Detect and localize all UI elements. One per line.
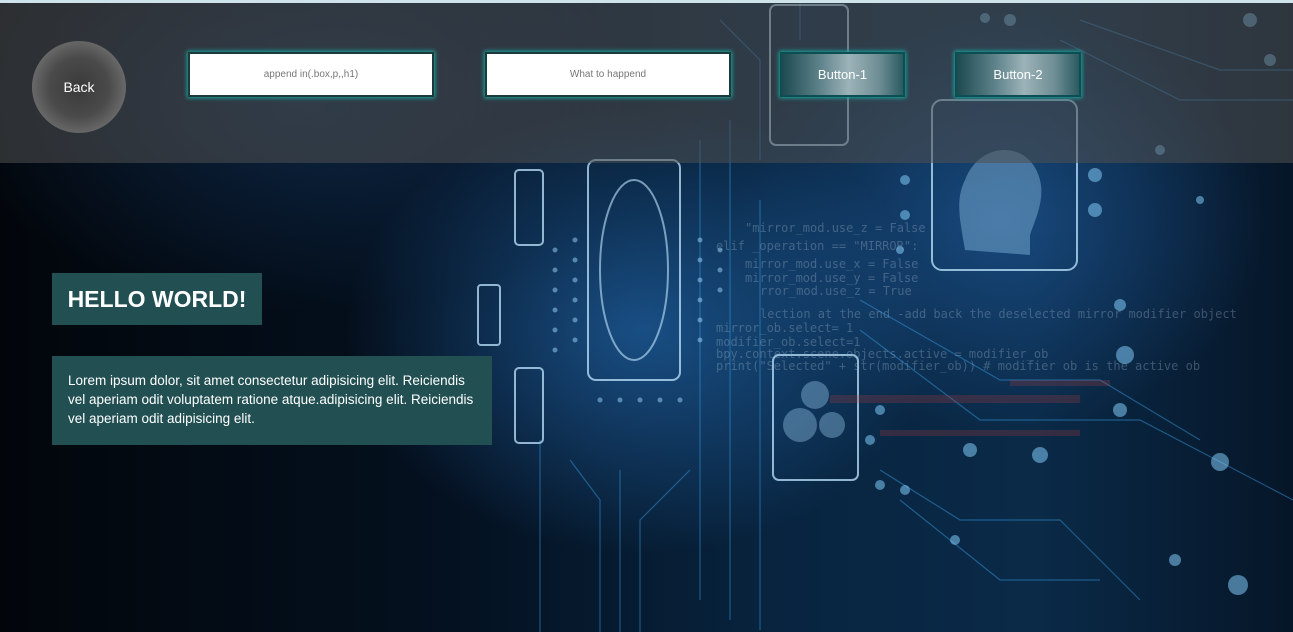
svg-text:print("Selected" + str(modifie: print("Selected" + str(modifier_ob)) # m… <box>716 359 1200 373</box>
lorem-paragraph-box: Lorem ipsum dolor, sit amet consectetur … <box>52 356 492 445</box>
svg-text:mirror_ob.select= 1: mirror_ob.select= 1 <box>716 321 853 335</box>
button-2[interactable]: Button-2 <box>955 52 1081 97</box>
append-content-input[interactable] <box>485 52 731 97</box>
svg-text:lection at the end -add back t: lection at the end -add back the deselec… <box>760 307 1237 321</box>
svg-text:elif _operation == "MIRROR":: elif _operation == "MIRROR": <box>716 239 918 253</box>
header-bar: Back Button-1 Button-2 <box>0 3 1293 163</box>
svg-text:mirror_mod.use_y = False: mirror_mod.use_y = False <box>745 271 918 285</box>
svg-text:rror_mod.use_z = True: rror_mod.use_z = True <box>760 284 912 298</box>
hello-world-heading: HELLO WORLD! <box>52 273 262 326</box>
svg-text:mirror_mod.use_x = False: mirror_mod.use_x = False <box>745 257 918 271</box>
back-button[interactable]: Back <box>32 41 126 133</box>
append-target-input[interactable] <box>188 52 434 97</box>
svg-text:"mirror_mod.use_z = False: "mirror_mod.use_z = False <box>745 221 926 235</box>
button-1[interactable]: Button-1 <box>780 52 905 97</box>
